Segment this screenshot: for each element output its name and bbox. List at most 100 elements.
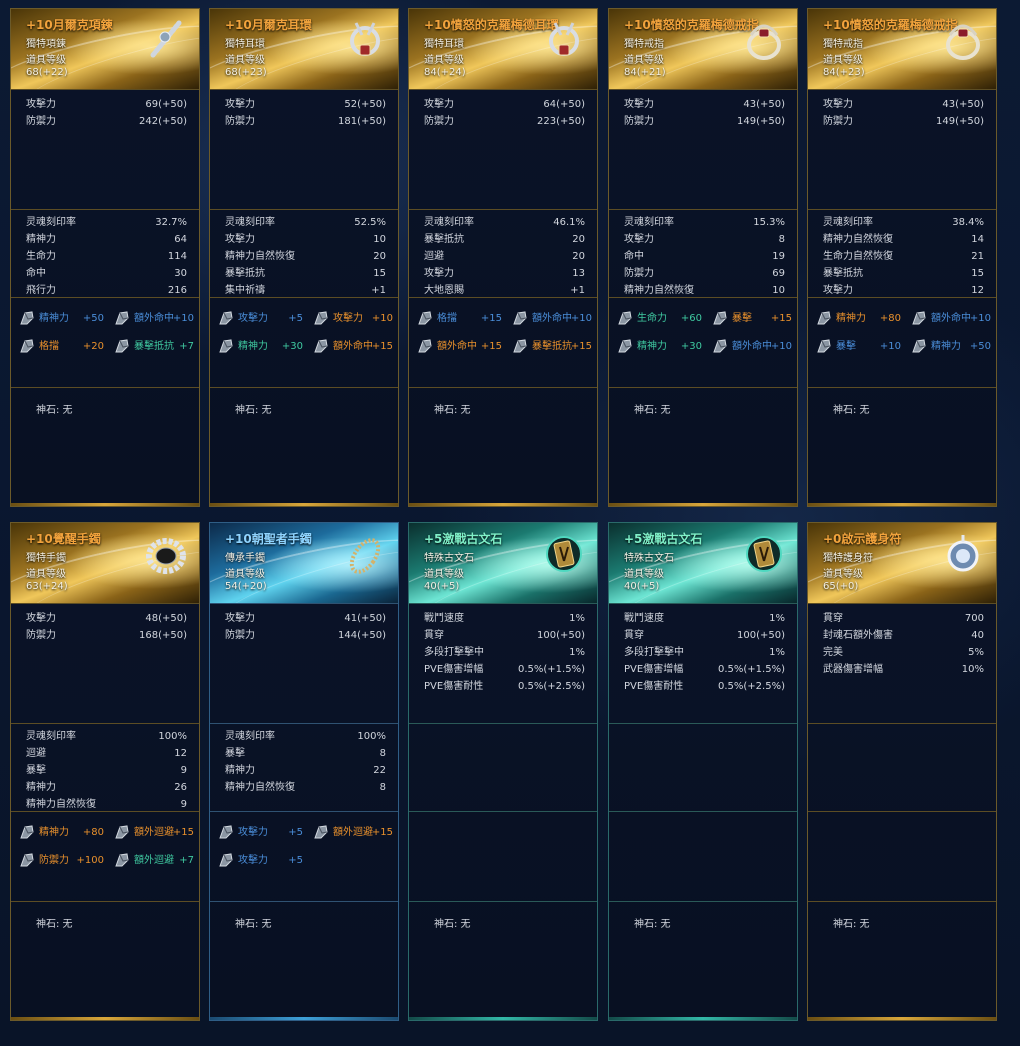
stat-name: 防禦力	[624, 268, 654, 279]
manastone-icon	[911, 310, 927, 326]
manastone-slot[interactable]: 防禦力 +100	[19, 849, 104, 873]
manastone-slot[interactable]: 額外迴避 +15	[114, 821, 194, 845]
equipment-card[interactable]: +10月爾克項鍊 獨特項鍊 道具等级 68(+22) 攻擊力 69(+50) 防禦力 242(…	[10, 8, 200, 507]
manastone-slot[interactable]: 暴擊 +10	[816, 335, 901, 359]
card-bottom-accent	[808, 1017, 996, 1020]
manastone-name: 攻擊力	[333, 313, 363, 324]
manastone-slot[interactable]: 額外命中 +15	[417, 335, 502, 359]
manastone-icon	[313, 310, 329, 326]
manastone-slot[interactable]: 精神力 +30	[218, 335, 303, 359]
stat-name: 攻擊力	[424, 268, 454, 279]
manastone-value: +10	[371, 313, 393, 324]
stat-name: 防禦力	[26, 630, 56, 641]
manastone-value: +100	[76, 855, 104, 866]
manastone-name: 額外命中	[437, 341, 477, 352]
amulet-icon	[938, 529, 988, 579]
soul-stat-row: 灵魂刻印率 38.4%	[823, 216, 984, 230]
manastone-slot[interactable]: 精神力 +50	[911, 335, 991, 359]
manastone-slot[interactable]: 格擋 +15	[417, 307, 502, 331]
manastone-name: 暴擊	[732, 313, 752, 324]
item-level: 68(+23)	[225, 67, 267, 78]
stat-name: 迴避	[424, 251, 444, 262]
manastone-slot[interactable]: 暴擊 +15	[712, 307, 792, 331]
soul-stat-row: 精神力 64	[26, 233, 187, 247]
item-level: 40(+5)	[624, 581, 660, 592]
item-title: +5激戰古文石	[624, 532, 703, 546]
item-type: 特殊古文石	[624, 553, 674, 564]
stat-name: 生命力自然恢復	[823, 251, 893, 262]
manastone-slot[interactable]: 格擋 +20	[19, 335, 104, 359]
manastone-slot[interactable]: 精神力 +80	[816, 307, 901, 331]
manastone-icon	[816, 310, 832, 326]
equipment-card[interactable]: +10憤怒的克羅梅德耳環 獨特耳環 道具等级 84(+24) 攻擊力 64(+50) 防禦力…	[408, 8, 598, 507]
stat-name: 暴擊	[26, 765, 46, 776]
section-divider	[808, 901, 996, 902]
manastone-slot[interactable]: 額外迴避 +7	[114, 849, 194, 873]
manastone-slot[interactable]: 攻擊力 +5	[218, 849, 303, 873]
stat-value: 9	[180, 799, 187, 810]
manastone-slot[interactable]: 精神力 +30	[617, 335, 702, 359]
manastone-slot[interactable]: 攻擊力 +10	[313, 307, 393, 331]
manastone-value: +30	[281, 341, 303, 352]
soul-stat-row: 精神力自然恢復 9	[26, 798, 187, 812]
manastone-slot[interactable]: 額外命中 +10	[114, 307, 194, 331]
equipment-card[interactable]: +10月爾克耳環 獨特耳環 道具等级 68(+23) 攻擊力 52(+50) 防禦力 181(…	[209, 8, 399, 507]
section-divider	[11, 209, 199, 210]
stat-value: 40	[971, 630, 984, 641]
manastone-slot[interactable]: 生命力 +60	[617, 307, 702, 331]
manastone-slot[interactable]: 暴擊抵抗 +15	[512, 335, 592, 359]
manastone-value: +15	[480, 313, 502, 324]
stat-name: 攻擊力	[26, 613, 56, 624]
manastone-slot[interactable]: 額外命中 +10	[911, 307, 991, 331]
manastone-slot[interactable]: 額外命中 +10	[512, 307, 592, 331]
manastone-slot[interactable]: 暴擊抵抗 +7	[114, 335, 194, 359]
stat-name: 精神力自然恢復	[225, 251, 295, 262]
stat-value: 69	[772, 268, 785, 279]
stat-name: 貫穿	[823, 613, 843, 624]
manastone-name: 精神力	[836, 313, 866, 324]
stat-name: 灵魂刻印率	[225, 217, 275, 228]
item-level-label: 道具等级	[823, 55, 863, 66]
item-level-label: 道具等级	[424, 55, 464, 66]
manastone-icon	[218, 824, 234, 840]
stat-name: 完美	[823, 647, 843, 658]
ring-icon	[938, 15, 988, 65]
item-type: 獨特手鐲	[26, 553, 66, 564]
equipment-card[interactable]: +10朝聖者手鐲 傳承手鐲 道具等级 54(+20) 攻擊力 41(+50) 防禦力 144(…	[209, 522, 399, 1021]
manastone-name: 額外迴避	[333, 827, 373, 838]
equipment-card[interactable]: +5激戰古文石 特殊古文石 道具等级 40(+5) 戰鬥速度 1% 貫穿 100(+50) 多段…	[408, 522, 598, 1021]
stat-name: 封魂石額外傷害	[823, 630, 893, 641]
stat-value: 20	[572, 251, 585, 262]
card-bottom-accent	[11, 503, 199, 506]
manastone-slot[interactable]: 精神力 +80	[19, 821, 104, 845]
section-divider	[11, 387, 199, 388]
manastone-icon	[617, 338, 633, 354]
manastone-slot[interactable]: 攻擊力 +5	[218, 307, 303, 331]
stat-name: 戰鬥速度	[424, 613, 464, 624]
manastone-slot[interactable]: 精神力 +50	[19, 307, 104, 331]
manastone-name: 額外迴避	[134, 855, 174, 866]
base-stat-row: 攻擊力 69(+50)	[26, 98, 187, 112]
equipment-card[interactable]: +10覺醒手鐲 獨特手鐲 道具等级 63(+24) 攻擊力 48(+50) 防禦力 168(+…	[10, 522, 200, 1021]
stat-name: 精神力	[225, 765, 255, 776]
stat-value: 223(+50)	[537, 116, 585, 127]
equipment-card[interactable]: +10憤怒的克羅梅德戒指 獨特戒指 道具等级 84(+21) 攻擊力 43(+50) 防禦力…	[608, 8, 798, 507]
soul-stat-row: 暴擊 8	[225, 747, 386, 761]
stat-value: 8	[379, 782, 386, 793]
manastone-slot[interactable]: 額外迴避 +15	[313, 821, 393, 845]
stat-value: 13	[572, 268, 585, 279]
equipment-card[interactable]: +10憤怒的克羅梅德戒指 獨特戒指 道具等级 84(+23) 攻擊力 43(+50) 防禦力…	[807, 8, 997, 507]
manastone-slot[interactable]: 額外命中 +10	[712, 335, 792, 359]
card-bottom-accent	[210, 1017, 398, 1020]
manastone-slot[interactable]: 攻擊力 +5	[218, 821, 303, 845]
soul-stat-row: 命中 19	[624, 250, 785, 264]
equipment-card[interactable]: +0啟示護身符 獨特護身符 道具等级 65(+0) 貫穿 700 封魂石額外傷害 40 完美 5%…	[807, 522, 997, 1021]
stat-name: 灵魂刻印率	[26, 731, 76, 742]
manastone-slot[interactable]: 額外命中 +15	[313, 335, 393, 359]
card-bottom-accent	[609, 503, 797, 506]
base-stat-row: 攻擊力 41(+50)	[225, 612, 386, 626]
equipment-card[interactable]: +5激戰古文石 特殊古文石 道具等级 40(+5) 戰鬥速度 1% 貫穿 100(+50) 多段…	[608, 522, 798, 1021]
soul-stat-row: 灵魂刻印率 100%	[225, 730, 386, 744]
base-stat-row: 多段打擊擊中 1%	[424, 646, 585, 660]
soul-stat-row: 精神力自然恢復 20	[225, 250, 386, 264]
